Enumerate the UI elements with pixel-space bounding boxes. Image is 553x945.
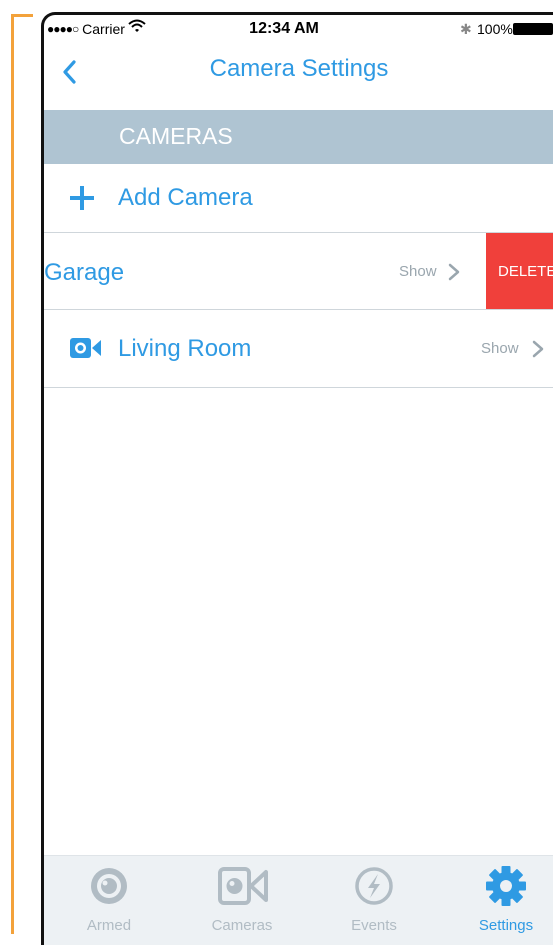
page-title: Camera Settings — [209, 55, 389, 82]
bluetooth-icon: ✱ — [460, 21, 472, 37]
battery-percent: 100% — [477, 21, 513, 37]
add-camera-row[interactable]: Add Camera — [44, 164, 553, 233]
tab-bar: Armed Cameras Events Settings — [44, 855, 553, 945]
show-button[interactable]: Show — [481, 340, 519, 357]
delete-label: DELETE — [498, 263, 553, 280]
chevron-right-icon — [532, 340, 544, 358]
tab-settings[interactable]: Settings — [451, 856, 553, 936]
camera-icon — [70, 338, 101, 358]
divider — [44, 387, 553, 388]
annotation-bracket-top — [11, 14, 33, 17]
chevron-right-icon — [448, 263, 460, 281]
tab-cameras[interactable]: Cameras — [187, 856, 297, 936]
armed-icon — [91, 868, 127, 904]
section-header-label: CAMERAS — [119, 123, 233, 149]
camera-row-living-room[interactable]: Living Room Show — [44, 310, 553, 388]
phone-screen: ●●●●○ Carrier 12:34 AM ✱ 100% Camera Set… — [41, 12, 553, 945]
tab-events[interactable]: Events — [319, 856, 429, 936]
annotation-bracket — [11, 14, 14, 934]
navigation-bar: Camera Settings — [44, 47, 553, 99]
plus-icon — [70, 186, 94, 210]
camera-icon — [218, 867, 268, 905]
tab-label: Settings — [478, 917, 534, 934]
gear-icon — [486, 866, 526, 906]
tab-label: Events — [351, 917, 397, 934]
show-button[interactable]: Show — [399, 263, 437, 280]
bolt-icon — [355, 867, 393, 905]
delete-button[interactable]: DELETE — [486, 233, 553, 310]
tab-label: Cameras — [211, 917, 273, 934]
battery-icon — [513, 23, 553, 35]
add-camera-label: Add Camera — [118, 184, 253, 211]
section-header-cameras: CAMERAS — [44, 110, 553, 164]
camera-row-garage[interactable]: Garage Show DELETE — [44, 233, 553, 310]
tab-armed[interactable]: Armed — [54, 856, 164, 936]
tab-label: Armed — [86, 917, 132, 934]
camera-name: Living Room — [118, 335, 252, 362]
camera-name: Garage — [44, 259, 125, 286]
status-bar: ●●●●○ Carrier 12:34 AM ✱ 100% — [44, 15, 553, 41]
